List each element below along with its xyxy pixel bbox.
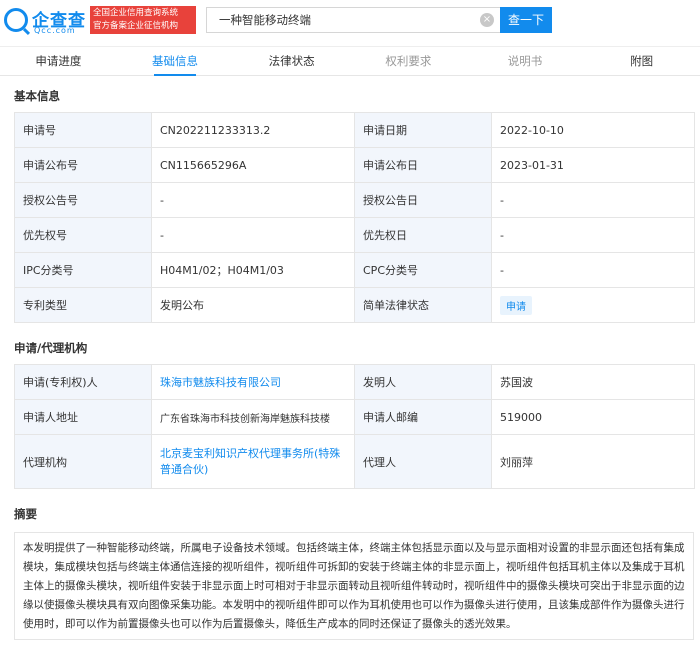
section-title-abstract: 摘要: [14, 507, 37, 521]
field-label: 授权公告日: [354, 182, 492, 218]
field-value: 2022-10-10: [491, 112, 695, 148]
field-value: 申请: [491, 287, 695, 323]
field-label: 申请公布日: [354, 147, 492, 183]
field-label: CPC分类号: [354, 252, 492, 288]
agency-link[interactable]: 北京麦宝利知识产权代理事务所(特殊普通合伙): [151, 434, 355, 489]
tab-drawings[interactable]: 附图: [583, 47, 700, 75]
tab-claims[interactable]: 权利要求: [350, 47, 467, 75]
search-input[interactable]: 一种智能移动终端 ×: [206, 7, 500, 33]
tab-application-progress[interactable]: 申请进度: [0, 47, 117, 75]
legal-status-badge[interactable]: 申请: [500, 295, 532, 315]
field-label: 申请人邮编: [354, 399, 492, 435]
clear-icon[interactable]: ×: [480, 13, 494, 27]
field-label: 专利类型: [14, 287, 152, 323]
field-label: 优先权日: [354, 217, 492, 253]
field-label: 代理人: [354, 434, 492, 489]
field-value: 苏国波: [491, 364, 695, 400]
field-value: 刘丽萍: [491, 434, 695, 489]
top-header: 企查查 Qcc.com 全国企业信用查询系统 官方备案企业征信机构 一种智能移动…: [0, 0, 700, 42]
field-value: CN202211233313.2: [151, 112, 355, 148]
table-row: 申请公布号 CN115665296A 申请公布日 2023-01-31: [14, 147, 695, 183]
abstract-text: 本发明提供了一种智能移动终端，所属电子设备技术领域。包括终端主体，终端主体包括显…: [14, 532, 694, 640]
field-label: 发明人: [354, 364, 492, 400]
field-value: 发明公布: [151, 287, 355, 323]
applicant-link[interactable]: 珠海市魅族科技有限公司: [151, 364, 355, 400]
field-label: 代理机构: [14, 434, 152, 489]
basic-info-table: 申请号 CN202211233313.2 申请日期 2022-10-10 申请公…: [14, 112, 695, 323]
field-label: 申请公布号: [14, 147, 152, 183]
magnifier-logo-icon: [4, 8, 28, 32]
field-value: 519000: [491, 399, 695, 435]
table-row: 申请号 CN202211233313.2 申请日期 2022-10-10: [14, 112, 695, 148]
field-label: 申请日期: [354, 112, 492, 148]
field-label: 申请(专利权)人: [14, 364, 152, 400]
agency-table: 申请(专利权)人 珠海市魅族科技有限公司 发明人 苏国波 申请人地址 广东省珠海…: [14, 364, 695, 489]
slogan-line-1: 全国企业信用查询系统: [93, 8, 179, 18]
slogan-line-2: 官方备案企业征信机构: [93, 21, 179, 31]
table-row: 授权公告号 - 授权公告日 -: [14, 182, 695, 218]
detail-tabs: 申请进度 基础信息 法律状态 权利要求 说明书 附图: [0, 46, 700, 76]
slogan-banner: 全国企业信用查询系统 官方备案企业征信机构: [90, 6, 196, 34]
field-value: 广东省珠海市科技创新海岸魅族科技楼: [151, 399, 355, 435]
table-row: 申请(专利权)人 珠海市魅族科技有限公司 发明人 苏国波: [14, 364, 695, 400]
field-value: -: [491, 182, 695, 218]
table-row: IPC分类号 H04M1/02；H04M1/03 CPC分类号 -: [14, 252, 695, 288]
field-label: 授权公告号: [14, 182, 152, 218]
search-button[interactable]: 查一下: [500, 7, 552, 33]
table-row: 专利类型 发明公布 简单法律状态 申请: [14, 287, 695, 323]
tab-basic-info[interactable]: 基础信息: [117, 47, 234, 76]
field-label: IPC分类号: [14, 252, 152, 288]
field-label: 申请人地址: [14, 399, 152, 435]
field-value: -: [151, 182, 355, 218]
field-value: -: [491, 252, 695, 288]
field-value: H04M1/02；H04M1/03: [151, 252, 355, 288]
section-title-basic-info: 基本信息: [14, 89, 60, 103]
tab-specification[interactable]: 说明书: [467, 47, 584, 75]
field-value: -: [491, 217, 695, 253]
field-value: 2023-01-31: [491, 147, 695, 183]
field-label: 优先权号: [14, 217, 152, 253]
table-row: 优先权号 - 优先权日 -: [14, 217, 695, 253]
table-row: 申请人地址 广东省珠海市科技创新海岸魅族科技楼 申请人邮编 519000: [14, 399, 695, 435]
logo-domain: Qcc.com: [34, 26, 76, 35]
tab-legal-status[interactable]: 法律状态: [233, 47, 350, 75]
section-title-agency: 申请/代理机构: [14, 341, 88, 355]
qcc-logo[interactable]: 企查查 Qcc.com: [4, 6, 88, 36]
field-value: -: [151, 217, 355, 253]
field-label: 申请号: [14, 112, 152, 148]
field-value: CN115665296A: [151, 147, 355, 183]
search-input-value: 一种智能移动终端: [219, 13, 311, 27]
table-row: 代理机构 北京麦宝利知识产权代理事务所(特殊普通合伙) 代理人 刘丽萍: [14, 434, 695, 489]
field-label: 简单法律状态: [354, 287, 492, 323]
